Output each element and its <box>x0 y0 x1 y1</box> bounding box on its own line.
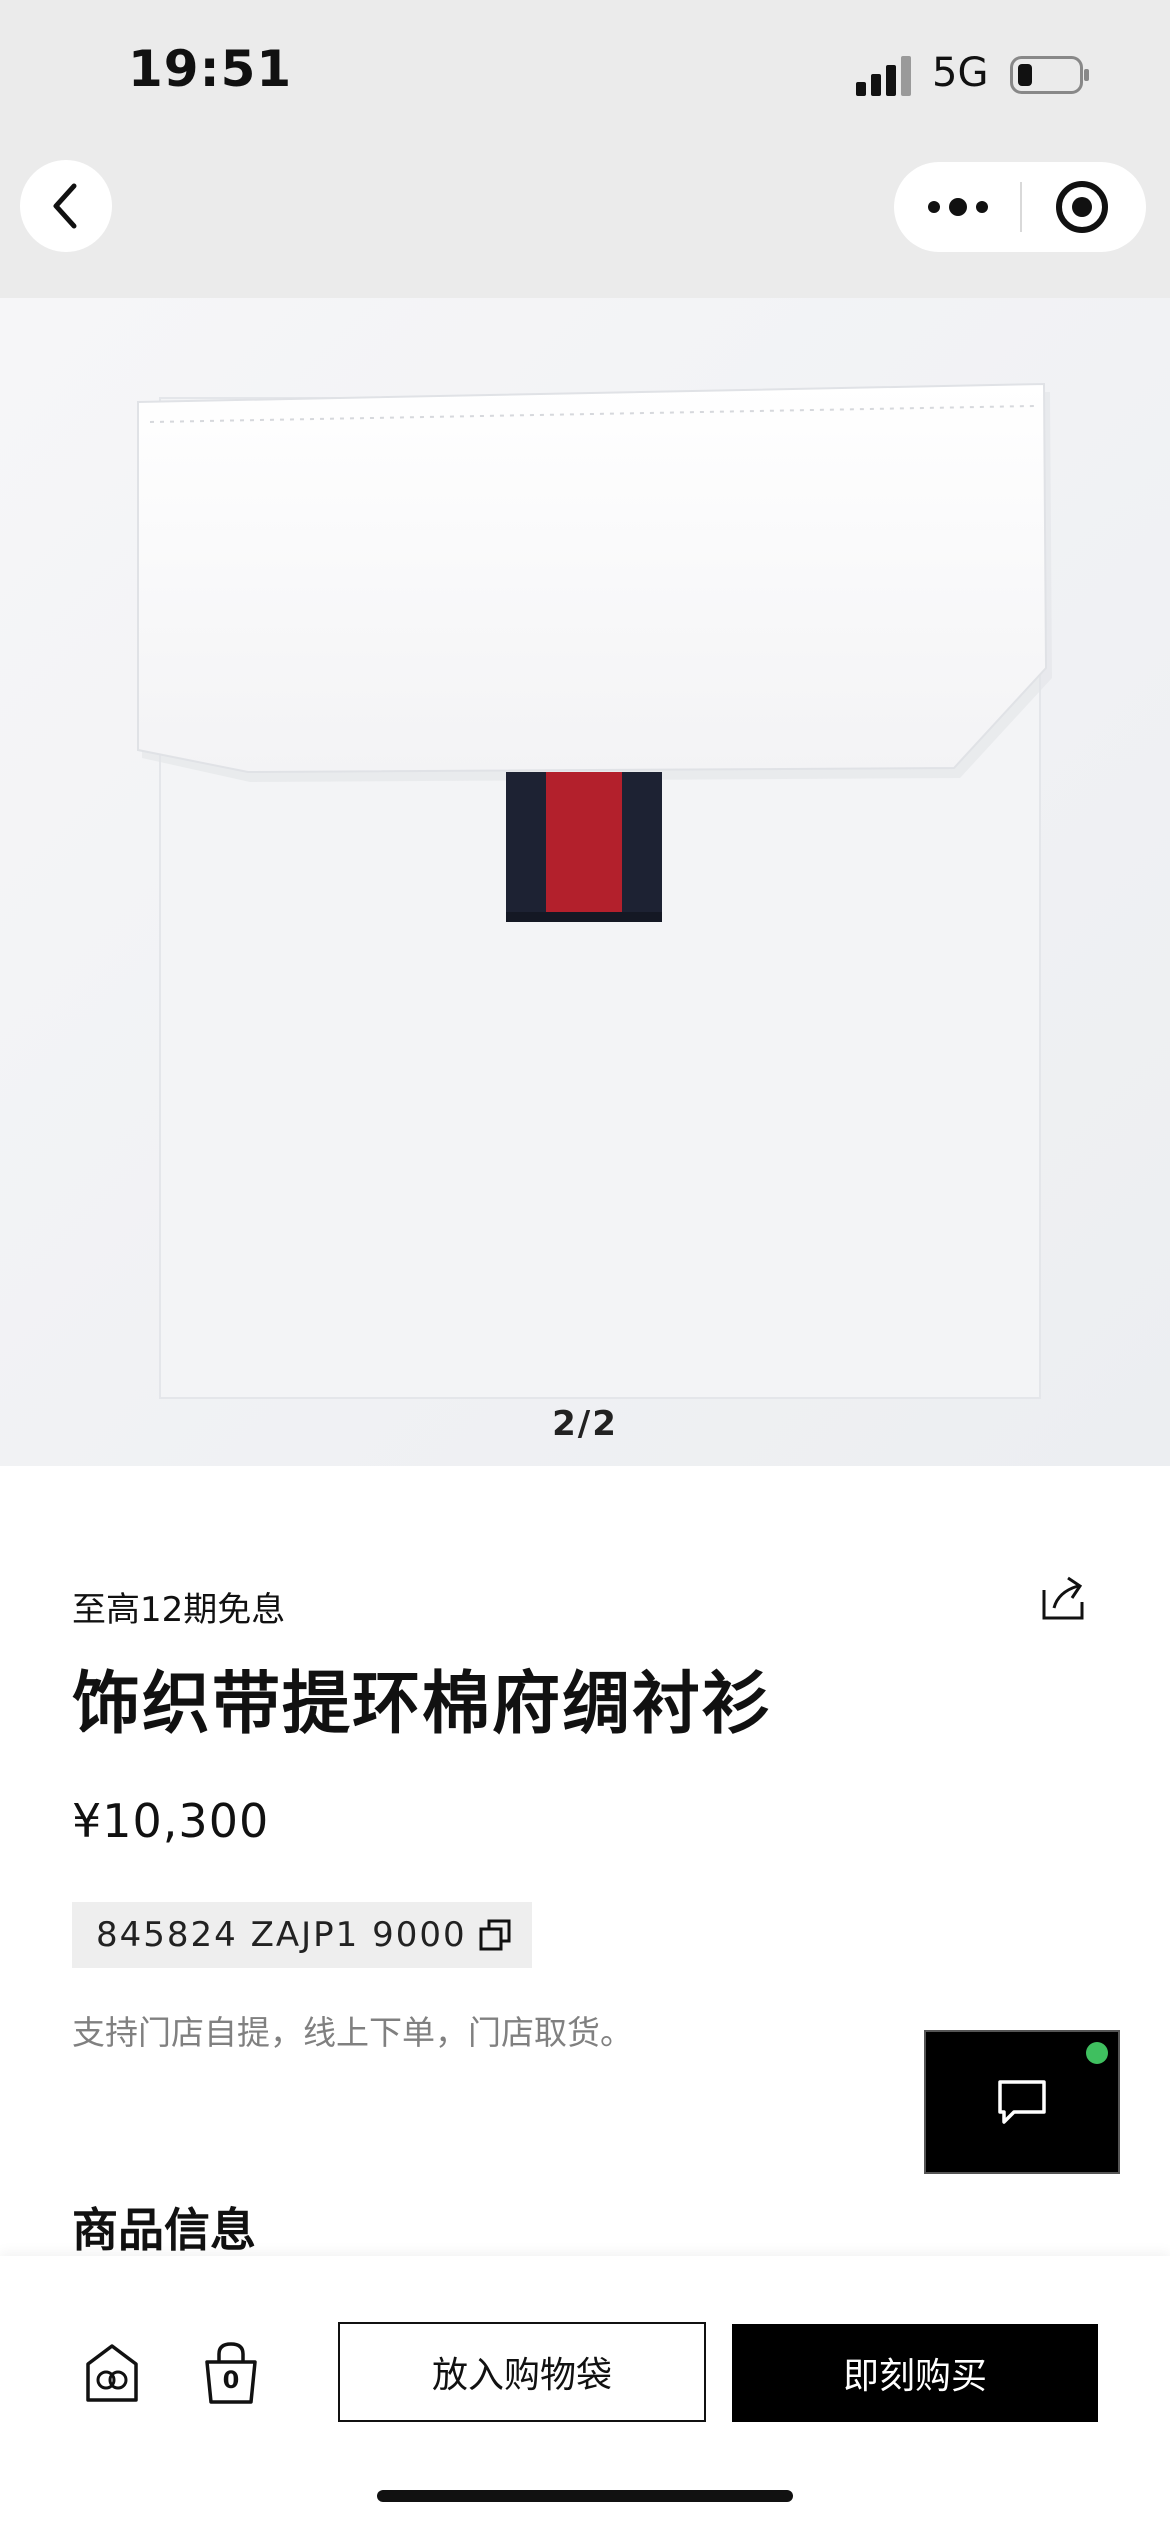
product-price: ¥10,300 <box>72 1794 270 1848</box>
gucci-logo-icon[interactable] <box>82 2340 142 2406</box>
bag-count: 0 <box>222 2366 240 2394</box>
installment-note: 至高12期免息 <box>72 1590 286 1630</box>
product-info-heading: 商品信息 <box>72 2203 256 2257</box>
sku-copy[interactable]: 845824 ZAJP1 9000 <box>72 1902 532 1968</box>
close-miniprogram-button[interactable] <box>1030 166 1134 248</box>
online-status-dot <box>1086 2042 1108 2064</box>
signal-icon <box>856 56 911 96</box>
sku-text: 845824 ZAJP1 9000 <box>96 1915 467 1955</box>
capsule-divider <box>1020 182 1022 232</box>
battery-icon <box>1010 56 1089 94</box>
add-to-bag-button[interactable]: 放入购物袋 <box>338 2322 706 2422</box>
product-image[interactable] <box>0 298 1170 1466</box>
buy-now-button[interactable]: 即刻购买 <box>732 2324 1098 2422</box>
pickup-note: 支持门店自提，线上下单，门店取货。 <box>72 2013 633 2052</box>
home-indicator[interactable] <box>377 2490 793 2502</box>
product-title: 饰织带提环棉府绸衬衫 <box>72 1665 773 1744</box>
image-counter: 2/2 <box>552 1404 618 1444</box>
status-time: 19:51 <box>128 40 293 98</box>
more-button[interactable] <box>906 166 1010 248</box>
shirt-pocket-photo <box>0 298 1170 1466</box>
more-icon <box>928 198 988 216</box>
share-icon[interactable] <box>1036 1572 1090 1626</box>
network-type: 5G <box>932 50 989 96</box>
back-icon <box>53 183 77 229</box>
copy-icon <box>479 1919 511 1951</box>
target-icon <box>1056 181 1108 233</box>
back-button[interactable] <box>20 160 112 252</box>
chat-icon <box>998 2080 1046 2124</box>
